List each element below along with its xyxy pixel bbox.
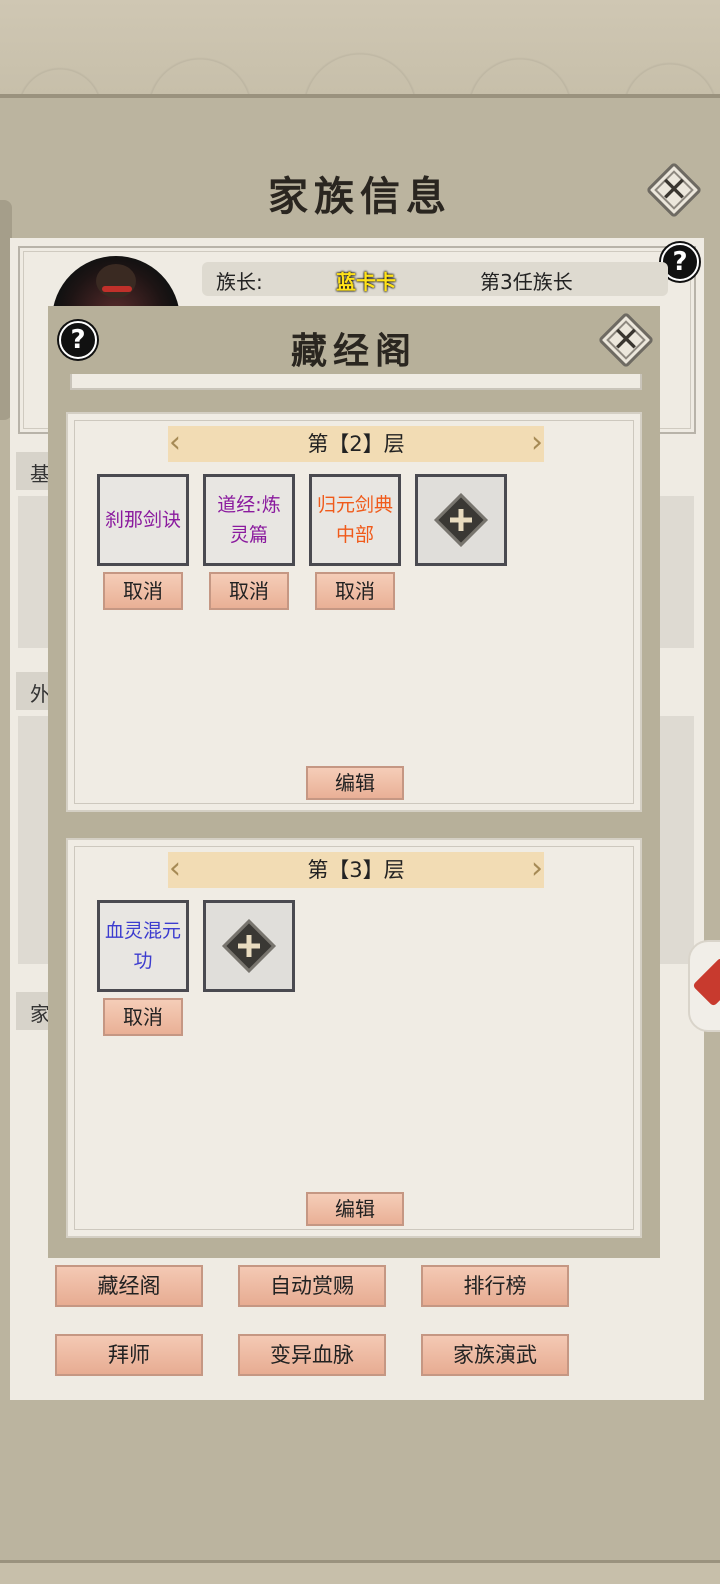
leader-name[interactable]: 蓝卡卡 xyxy=(336,266,396,295)
leader-row: 族长: 蓝卡卡 第3任族长 xyxy=(202,262,668,296)
family-drill-button[interactable]: 家族演武 xyxy=(421,1334,569,1376)
library-modal: ? 藏经阁 ✕ ‹ 第【2】层 › 刹那剑诀 道经:炼灵篇 归元剑典中部 取消 … xyxy=(48,306,660,1258)
edit-button[interactable]: 编辑 xyxy=(306,766,404,800)
library-close-button[interactable]: ✕ xyxy=(597,311,655,369)
auto-reward-button[interactable]: 自动赏赐 xyxy=(238,1265,386,1307)
book-title: 刹那剑诀 xyxy=(104,509,181,531)
floor-label: 第【2】层 xyxy=(307,432,405,456)
chevron-left-icon[interactable]: ‹ xyxy=(166,852,184,888)
book-title: 道经:炼灵篇 xyxy=(217,494,281,546)
book-slot[interactable]: 归元剑典中部 xyxy=(309,474,401,566)
book-slot[interactable]: 刹那剑诀 xyxy=(97,474,189,566)
floor-panel-3: ‹ 第【3】层 › 血灵混元功 取消 编辑 xyxy=(66,838,642,1238)
family-close-button[interactable]: ✕ xyxy=(645,161,703,219)
add-book-button[interactable] xyxy=(203,900,295,992)
apprentice-button[interactable]: 拜师 xyxy=(55,1334,203,1376)
add-book-button[interactable] xyxy=(415,474,507,566)
floor-header: ‹ 第【2】层 › xyxy=(168,426,544,462)
leader-generation: 第3任族长 xyxy=(480,270,573,294)
cancel-button[interactable]: 取消 xyxy=(315,572,395,610)
avatar-hair xyxy=(96,264,136,298)
chevron-left-icon[interactable]: ‹ xyxy=(166,426,184,462)
right-side-float-button[interactable] xyxy=(688,940,720,1032)
cancel-button[interactable]: 取消 xyxy=(103,572,183,610)
close-icon: ✕ xyxy=(611,320,641,360)
library-button[interactable]: 藏经阁 xyxy=(55,1265,203,1307)
plus-icon xyxy=(222,919,276,973)
mutant-bloodline-button[interactable]: 变异血脉 xyxy=(238,1334,386,1376)
library-title: 藏经阁 xyxy=(290,330,417,372)
close-icon: ✕ xyxy=(659,170,689,210)
ranking-button[interactable]: 排行榜 xyxy=(421,1265,569,1307)
floor-header: ‹ 第【3】层 › xyxy=(168,852,544,888)
modal-content-edge xyxy=(70,374,642,390)
red-seal-icon xyxy=(692,957,720,1007)
plus-icon xyxy=(434,493,488,547)
cancel-button[interactable]: 取消 xyxy=(209,572,289,610)
top-wave-banner xyxy=(0,0,720,98)
book-slot[interactable]: 血灵混元功 xyxy=(97,900,189,992)
family-info-title: 家族信息 xyxy=(268,173,452,220)
floor-label: 第【3】层 xyxy=(307,858,405,882)
edit-button[interactable]: 编辑 xyxy=(306,1192,404,1226)
chevron-right-icon[interactable]: › xyxy=(528,426,546,462)
book-title: 归元剑典中部 xyxy=(316,494,393,546)
book-title: 血灵混元功 xyxy=(104,920,181,972)
avatar-headband xyxy=(102,286,132,292)
chevron-right-icon[interactable]: › xyxy=(528,852,546,888)
bottom-banner xyxy=(0,1560,720,1584)
book-slot[interactable]: 道经:炼灵篇 xyxy=(203,474,295,566)
floor-panel-2: ‹ 第【2】层 › 刹那剑诀 道经:炼灵篇 归元剑典中部 取消 取消 取消 编辑 xyxy=(66,412,642,812)
cancel-button[interactable]: 取消 xyxy=(103,998,183,1036)
leader-label: 族长: xyxy=(216,270,263,294)
